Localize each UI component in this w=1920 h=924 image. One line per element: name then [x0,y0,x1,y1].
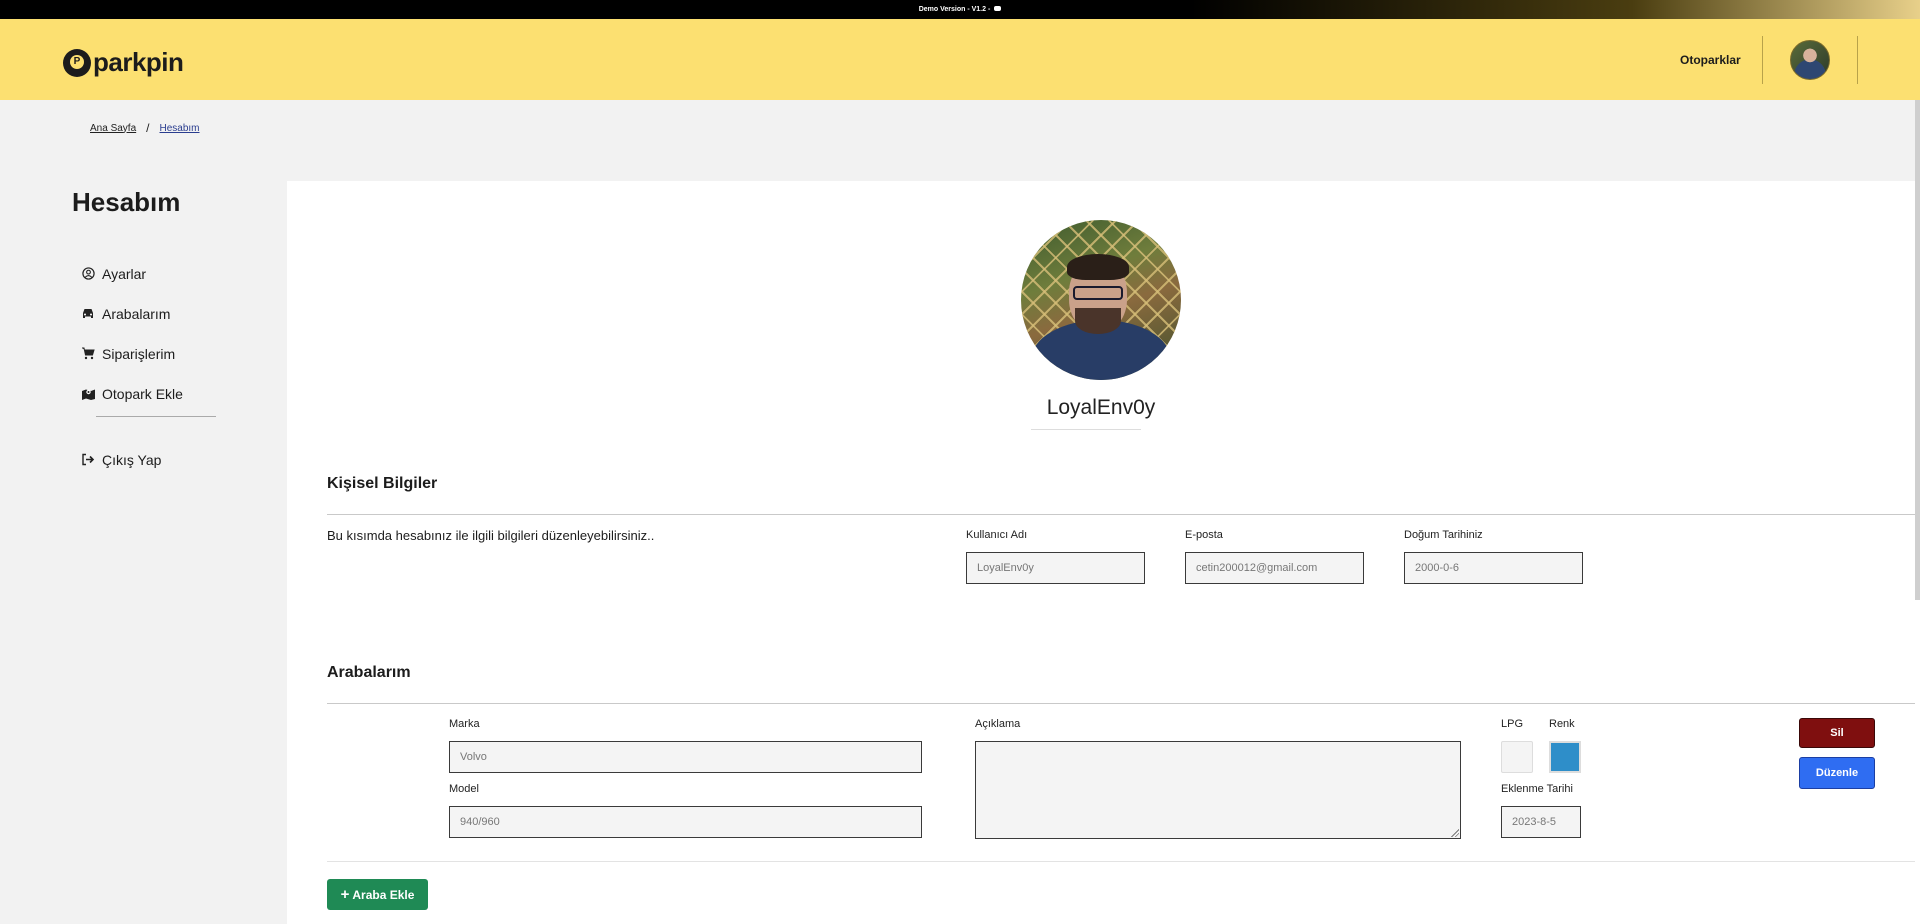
navbar: P parkpin Otoparklar [0,19,1920,100]
lpg-label: LPG [1501,718,1524,730]
sidebar-item-siparislerim[interactable]: Siparişlerim [81,334,183,374]
car-model-label: Model [449,783,479,795]
sidebar-divider [96,416,216,417]
resize-grip-icon[interactable] [1451,829,1459,837]
section-divider [327,514,1915,515]
breadcrumb: Ana Sayfa / Hesabım [90,121,200,135]
car-divider [327,861,1915,862]
map-pin-icon [81,387,95,401]
username-field[interactable]: LoyalEnv0y [966,552,1145,584]
plus-icon: + [340,886,350,903]
nav-link-otoparklar[interactable]: Otoparklar [1680,53,1741,67]
color-swatch[interactable] [1549,741,1581,773]
demo-banner: Demo Version - V1.2 - [0,0,1920,19]
birth-date-label: Doğum Tarihiniz [1404,529,1483,541]
breadcrumb-current[interactable]: Hesabım [160,123,200,134]
email-label: E-posta [1185,529,1223,541]
personal-description: Bu kısımda hesabınız ile ilgili bilgiler… [327,528,655,543]
color-label: Renk [1549,718,1575,730]
sidebar-item-ayarlar[interactable]: Ayarlar [81,254,183,294]
brand-name: parkpin [93,47,184,77]
sidebar-title: Hesabım [72,187,181,217]
sidebar-item-label: Ayarlar [102,266,147,282]
brand[interactable]: P parkpin [63,47,184,78]
car-brand-label: Marka [449,718,480,730]
scrollbar[interactable] [1915,100,1920,600]
breadcrumb-home[interactable]: Ana Sayfa [90,123,136,134]
username-label: Kullanıcı Adı [966,529,1028,541]
breadcrumb-separator: / [146,121,150,135]
add-car-button[interactable]: + Araba Ekle [327,879,428,910]
section-title-personal: Kişisel Bilgiler [327,475,438,492]
sidebar-item-label: Otopark Ekle [102,386,183,402]
sidebar-item-label: Arabalarım [102,306,171,322]
nav-divider [1762,36,1763,84]
parkpin-logo-icon: P [63,48,91,77]
sidebar-item-label: Siparişlerim [102,346,176,362]
user-circle-icon [81,267,95,281]
demo-banner-text: Demo Version - V1.2 - [918,6,991,13]
car-icon [81,307,95,321]
car-description-textarea[interactable] [975,741,1461,839]
nav-divider [1857,36,1858,84]
added-date-label: Eklenme Tarihi [1501,783,1573,795]
delete-car-button[interactable]: Sil [1799,718,1875,748]
birth-date-field[interactable]: 2000-0-6 [1404,552,1583,584]
section-divider [327,703,1915,704]
car-description-label: Açıklama [975,718,1021,730]
edit-car-button[interactable]: Düzenle [1799,757,1875,789]
section-title-cars: Arabalarım [327,664,411,681]
account-card: LoyalEnv0y Kişisel Bilgiler Bu kısımda h… [287,181,1920,924]
sidebar-item-logout[interactable]: Çıkış Yap [81,440,161,480]
add-car-label: Araba Ekle [352,887,415,902]
logout-icon [81,453,95,467]
email-field[interactable]: cetin200012@gmail.com [1185,552,1364,584]
car-model-field[interactable]: 940/960 [449,806,922,838]
cart-icon [81,347,95,361]
profile-photo[interactable] [1021,220,1181,380]
sidebar-menu: Ayarlar Arabalarım Siparişlerim Otopark … [81,254,183,414]
added-date-field[interactable]: 2023-8-5 [1501,806,1581,838]
username-underline [1031,429,1141,430]
profile-username: LoyalEnv0y [1046,396,1156,419]
logo-letter: P [73,55,81,67]
user-avatar[interactable] [1790,40,1830,80]
sidebar-item-otopark-ekle[interactable]: Otopark Ekle [81,374,183,414]
car-brand-field[interactable]: Volvo [449,741,922,773]
lpg-checkbox[interactable] [1501,741,1533,773]
sidebar-item-arabalarim[interactable]: Arabalarım [81,294,183,334]
discord-icon[interactable] [994,6,1002,11]
sidebar-logout-label: Çıkış Yap [102,452,162,468]
